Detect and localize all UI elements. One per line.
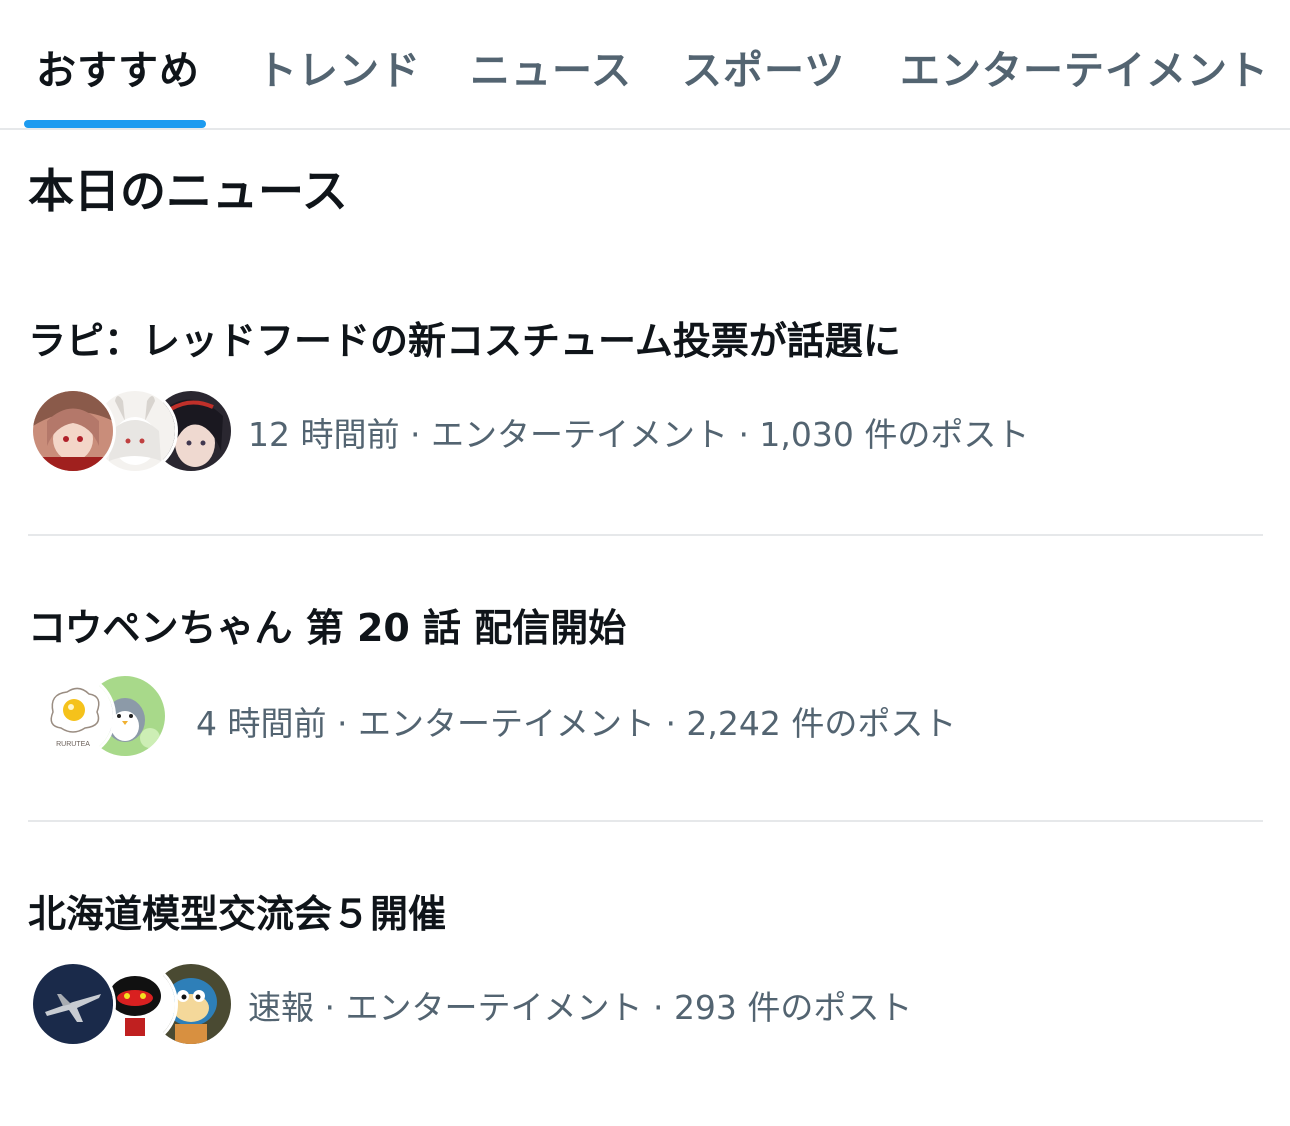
avatar — [30, 961, 116, 1047]
news-headline: 北海道模型交流会５開催 — [28, 892, 447, 936]
tab-for-you[interactable]: おすすめ — [36, 38, 200, 94]
avatar: RURUTEA — [30, 673, 116, 759]
section-title: 本日のニュース — [28, 164, 348, 218]
divider — [28, 820, 1263, 822]
avatar-logo-text: RURUTEA — [56, 741, 90, 748]
news-item[interactable]: 北海道模型交流会５開催 速報 · エンターテイメント · 293 件のポスト — [0, 883, 1290, 1083]
avatar-stack: RURUTEA — [30, 673, 180, 759]
avatar-stack — [30, 961, 234, 1047]
tab-entertainment[interactable]: エンターテイメント — [900, 38, 1269, 94]
avatar — [30, 388, 116, 474]
tab-sports[interactable]: スポーツ — [682, 38, 845, 94]
news-headline: コウペンちゃん 第 20 話 配信開始 — [28, 606, 627, 650]
news-meta: 速報 · エンターテイメント · 293 件のポスト — [248, 988, 913, 1027]
tab-news[interactable]: ニュース — [470, 38, 632, 94]
active-tab-indicator — [24, 120, 206, 128]
news-meta: 4 時間前 · エンターテイメント · 2,242 件のポスト — [196, 704, 957, 743]
tab-trending[interactable]: トレンド — [257, 38, 421, 94]
divider — [28, 534, 1263, 536]
news-item[interactable]: コウペンちゃん 第 20 話 配信開始 RURUTEA 4 時間前 · エンター… — [0, 597, 1290, 822]
avatar-stack — [30, 388, 234, 474]
news-headline: ラピ：レッドフードの新コスチューム投票が話題に — [28, 319, 901, 363]
news-item[interactable]: ラピ：レッドフードの新コスチューム投票が話題に 12 時間前 · エンターテイメ… — [0, 310, 1290, 535]
news-meta: 12 時間前 · エンターテイメント · 1,030 件のポスト — [248, 415, 1030, 454]
category-tab-bar: おすすめ トレンド ニュース スポーツ エンターテイメント — [0, 0, 1290, 130]
